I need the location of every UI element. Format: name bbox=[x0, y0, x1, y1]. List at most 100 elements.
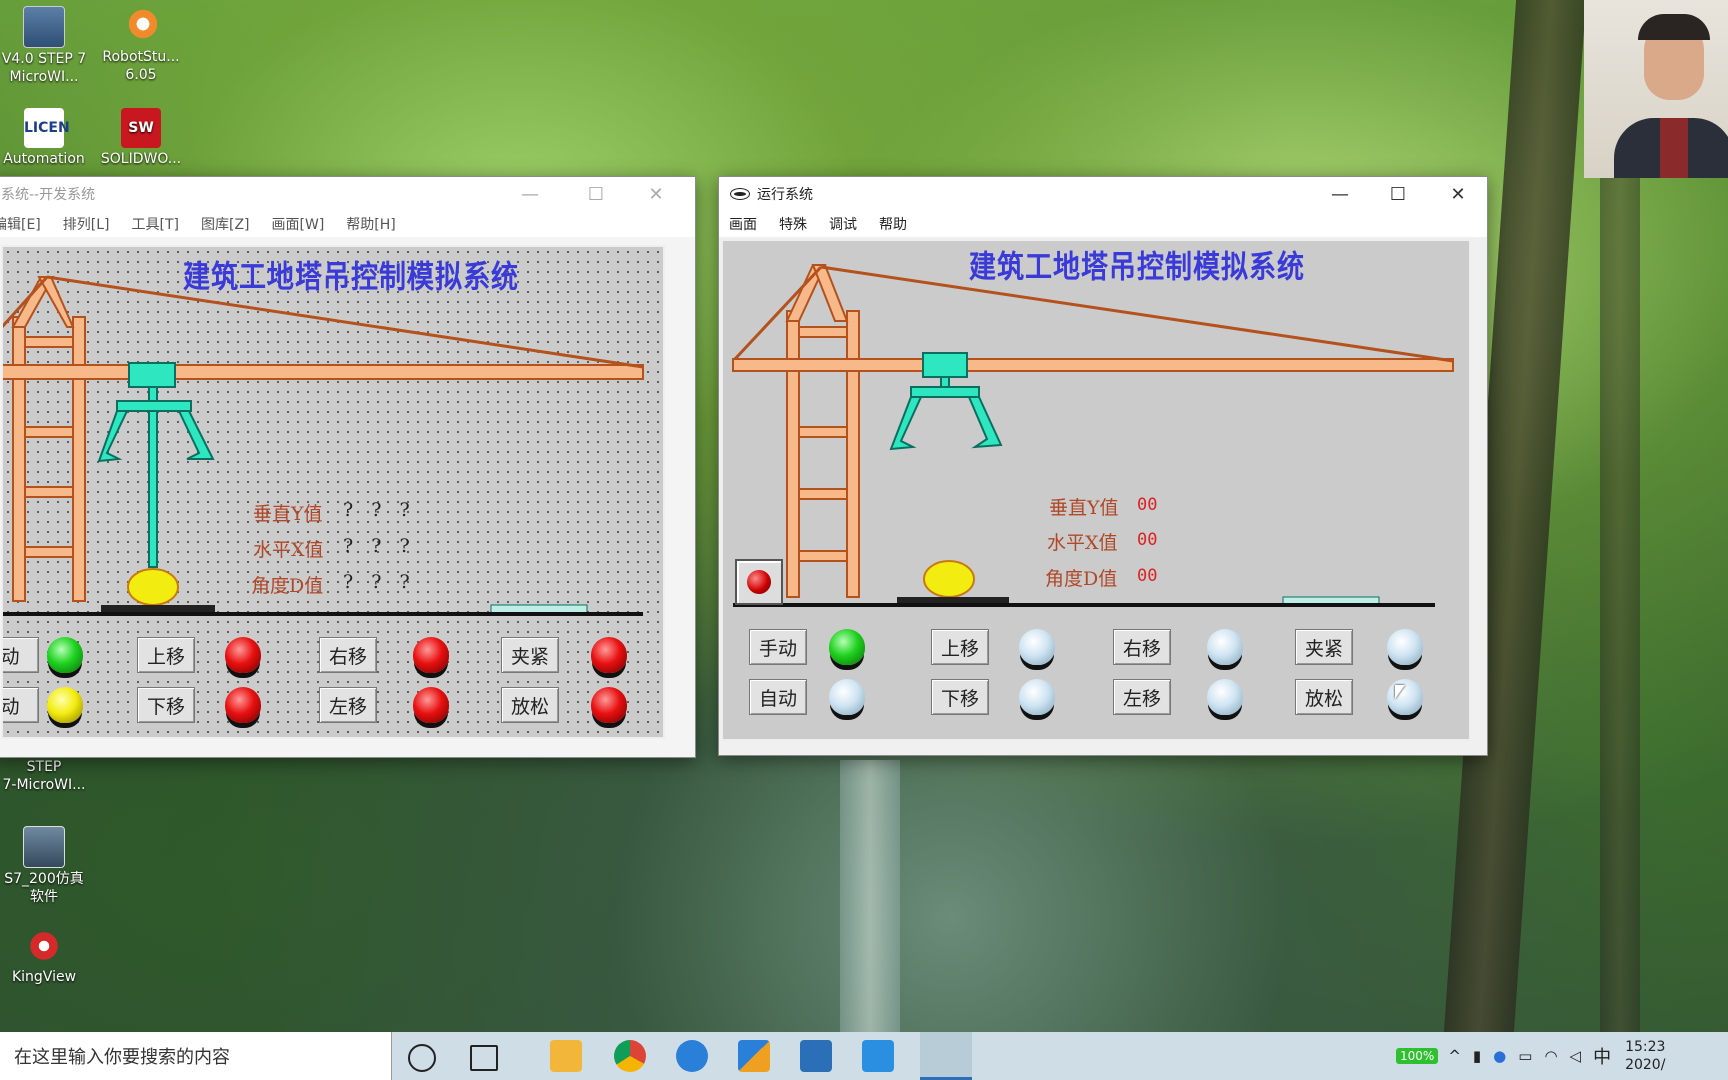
s7-simulator-icon bbox=[23, 826, 65, 868]
menu-screen[interactable]: 画面 bbox=[729, 214, 757, 234]
menu-arrange[interactable]: 排列[L] bbox=[63, 214, 110, 234]
run-window-titlebar[interactable]: 运行系统 — ☐ ✕ bbox=[719, 177, 1487, 211]
menu-special[interactable]: 特殊 bbox=[779, 214, 807, 234]
menu-edit[interactable]: 编辑[E] bbox=[0, 214, 41, 234]
left-lamp bbox=[1207, 679, 1243, 715]
clock[interactable]: 15:23 2020/ bbox=[1625, 1038, 1665, 1074]
maximize-button[interactable]: ☐ bbox=[573, 177, 619, 211]
clamp-button[interactable]: 夹紧 bbox=[501, 637, 559, 673]
right-lamp bbox=[413, 637, 449, 673]
jib-cable bbox=[46, 275, 644, 369]
desktop-icon-label: V4.0 STEP 7 MicroWI... bbox=[1, 51, 87, 85]
desktop-icon-label: STEP 7-MicroWI... bbox=[2, 759, 86, 793]
desktop-icon-step7b[interactable]: STEP 7-MicroWI... bbox=[0, 758, 90, 794]
down-lamp bbox=[225, 687, 261, 723]
chevron-up-icon[interactable]: ^ bbox=[1448, 1047, 1461, 1065]
desktop-icon-kingview[interactable]: KingView bbox=[0, 926, 90, 986]
release-button[interactable]: 放松 bbox=[501, 687, 559, 723]
run-menubar: 画面 特殊 调试 帮助 bbox=[719, 211, 1487, 237]
release-button[interactable]: 放松 bbox=[1295, 679, 1353, 715]
auto-lamp bbox=[47, 687, 83, 723]
clock-date: 2020/ bbox=[1625, 1057, 1666, 1073]
value-horizontal-x: ? ? ? bbox=[343, 535, 416, 557]
right-button[interactable]: 右移 bbox=[319, 637, 377, 673]
auto-button[interactable]: 动 bbox=[3, 687, 39, 723]
up-button[interactable]: 上移 bbox=[931, 629, 989, 665]
jib-cable bbox=[733, 265, 823, 361]
left-button[interactable]: 左移 bbox=[319, 687, 377, 723]
dev-canvas[interactable]: 建筑工地塔吊控制模拟系统 垂直Y值 ? ? ? 水平X值 ? ? ? 角度D值 … bbox=[1, 245, 665, 739]
menu-help[interactable]: 帮助[H] bbox=[346, 214, 395, 234]
menu-library[interactable]: 图库[Z] bbox=[201, 214, 250, 234]
step7-icon bbox=[23, 6, 65, 48]
manual-button[interactable]: 手动 bbox=[749, 629, 807, 665]
file-explorer-icon[interactable] bbox=[550, 1040, 582, 1072]
auto-button[interactable]: 自动 bbox=[749, 679, 807, 715]
app-arrow-icon[interactable] bbox=[676, 1040, 708, 1072]
shield-icon[interactable]: ● bbox=[1493, 1047, 1506, 1065]
desktop-icon-robotstudio[interactable]: RobotStu... 6.05 bbox=[95, 6, 187, 84]
desktop-icon-label: RobotStu... 6.05 bbox=[102, 49, 180, 83]
minimize-button[interactable]: — bbox=[1317, 177, 1363, 211]
menu-tools[interactable]: 工具[T] bbox=[132, 214, 179, 234]
label-angle-d: 角度D值 bbox=[251, 575, 324, 597]
volume-icon[interactable]: ◁ bbox=[1570, 1047, 1582, 1065]
up-button[interactable]: 上移 bbox=[137, 637, 195, 673]
microphone-icon[interactable]: ▮ bbox=[1473, 1047, 1481, 1065]
clamp-button[interactable]: 夹紧 bbox=[1295, 629, 1353, 665]
system-tray: 100% ^ ▮ ● ▭ ◠ ◁ 中 15:23 2020/ bbox=[1396, 1032, 1665, 1080]
dev-window-titlebar[interactable]: 系统--开发系统 — ☐ ✕ bbox=[0, 177, 695, 211]
down-button[interactable]: 下移 bbox=[931, 679, 989, 715]
manual-lamp bbox=[829, 629, 865, 665]
label-vertical-y: 垂直Y值 bbox=[253, 503, 323, 525]
menu-help[interactable]: 帮助 bbox=[879, 214, 907, 234]
label-horizontal-x: 水平X值 bbox=[253, 539, 324, 561]
app-diamond-icon[interactable] bbox=[738, 1040, 770, 1072]
desktop-icon-s7sim[interactable]: S7_200仿真 软件 bbox=[0, 826, 90, 906]
manual-lamp bbox=[47, 637, 83, 673]
jib-cable bbox=[820, 265, 1454, 363]
cortana-icon[interactable] bbox=[408, 1044, 436, 1072]
desktop-icon-label: KingView bbox=[11, 969, 77, 985]
down-button[interactable]: 下移 bbox=[137, 687, 195, 723]
crane-tower bbox=[11, 276, 86, 602]
desktop-icon-label: Automation bbox=[3, 151, 85, 167]
battery-icon[interactable]: 100% bbox=[1396, 1048, 1439, 1064]
minimize-button[interactable]: — bbox=[507, 177, 553, 211]
kingview-run-icon[interactable] bbox=[920, 1032, 972, 1080]
manual-button[interactable]: 动 bbox=[3, 637, 39, 673]
menu-debug[interactable]: 调试 bbox=[829, 214, 857, 234]
ime-indicator[interactable]: 中 bbox=[1593, 1043, 1611, 1069]
maximize-button[interactable]: ☐ bbox=[1375, 177, 1421, 211]
value-vertical-y: ? ? ? bbox=[343, 499, 416, 521]
desktop-icon-automation[interactable]: LICEN Automation bbox=[0, 108, 90, 168]
crane-trolley bbox=[97, 362, 215, 568]
network-icon[interactable]: ▭ bbox=[1518, 1047, 1532, 1065]
taskbar-search-box[interactable]: 在这里输入你要搜索的内容 bbox=[0, 1032, 392, 1080]
stop-indicator[interactable] bbox=[735, 559, 783, 605]
run-canvas[interactable]: 建筑工地塔吊控制模拟系统 垂直Y值 00 水平X值 00 角度D值 00 手动 … bbox=[721, 239, 1471, 741]
tree-trunk bbox=[840, 760, 900, 1032]
app-doc-icon[interactable] bbox=[800, 1040, 832, 1072]
left-lamp bbox=[413, 687, 449, 723]
run-system-window: 运行系统 — ☐ ✕ 画面 特殊 调试 帮助 建筑工地塔吊控制模拟系统 垂直Y值… bbox=[718, 176, 1488, 756]
kingview-icon bbox=[24, 926, 64, 966]
auto-lamp bbox=[829, 679, 865, 715]
close-button[interactable]: ✕ bbox=[633, 177, 679, 211]
label-vertical-y: 垂直Y值 bbox=[1049, 497, 1119, 519]
label-angle-d: 角度D值 bbox=[1045, 568, 1118, 590]
chrome-icon[interactable] bbox=[614, 1040, 646, 1072]
label-horizontal-x: 水平X值 bbox=[1047, 532, 1118, 554]
task-view-icon[interactable] bbox=[470, 1045, 498, 1071]
search-placeholder: 在这里输入你要搜索的内容 bbox=[14, 1047, 230, 1068]
right-button[interactable]: 右移 bbox=[1113, 629, 1171, 665]
close-button[interactable]: ✕ bbox=[1435, 177, 1481, 211]
webcam-overlay bbox=[1584, 0, 1728, 178]
wifi-icon[interactable]: ◠ bbox=[1544, 1047, 1557, 1065]
menu-screen[interactable]: 画面[W] bbox=[272, 214, 325, 234]
crane-graphic bbox=[732, 264, 1454, 607]
desktop-icon-step7[interactable]: V4.0 STEP 7 MicroWI... bbox=[0, 6, 90, 86]
app-camera-icon[interactable] bbox=[862, 1040, 894, 1072]
desktop-icon-solidworks[interactable]: SW SOLIDWO... bbox=[95, 108, 187, 168]
left-button[interactable]: 左移 bbox=[1113, 679, 1171, 715]
